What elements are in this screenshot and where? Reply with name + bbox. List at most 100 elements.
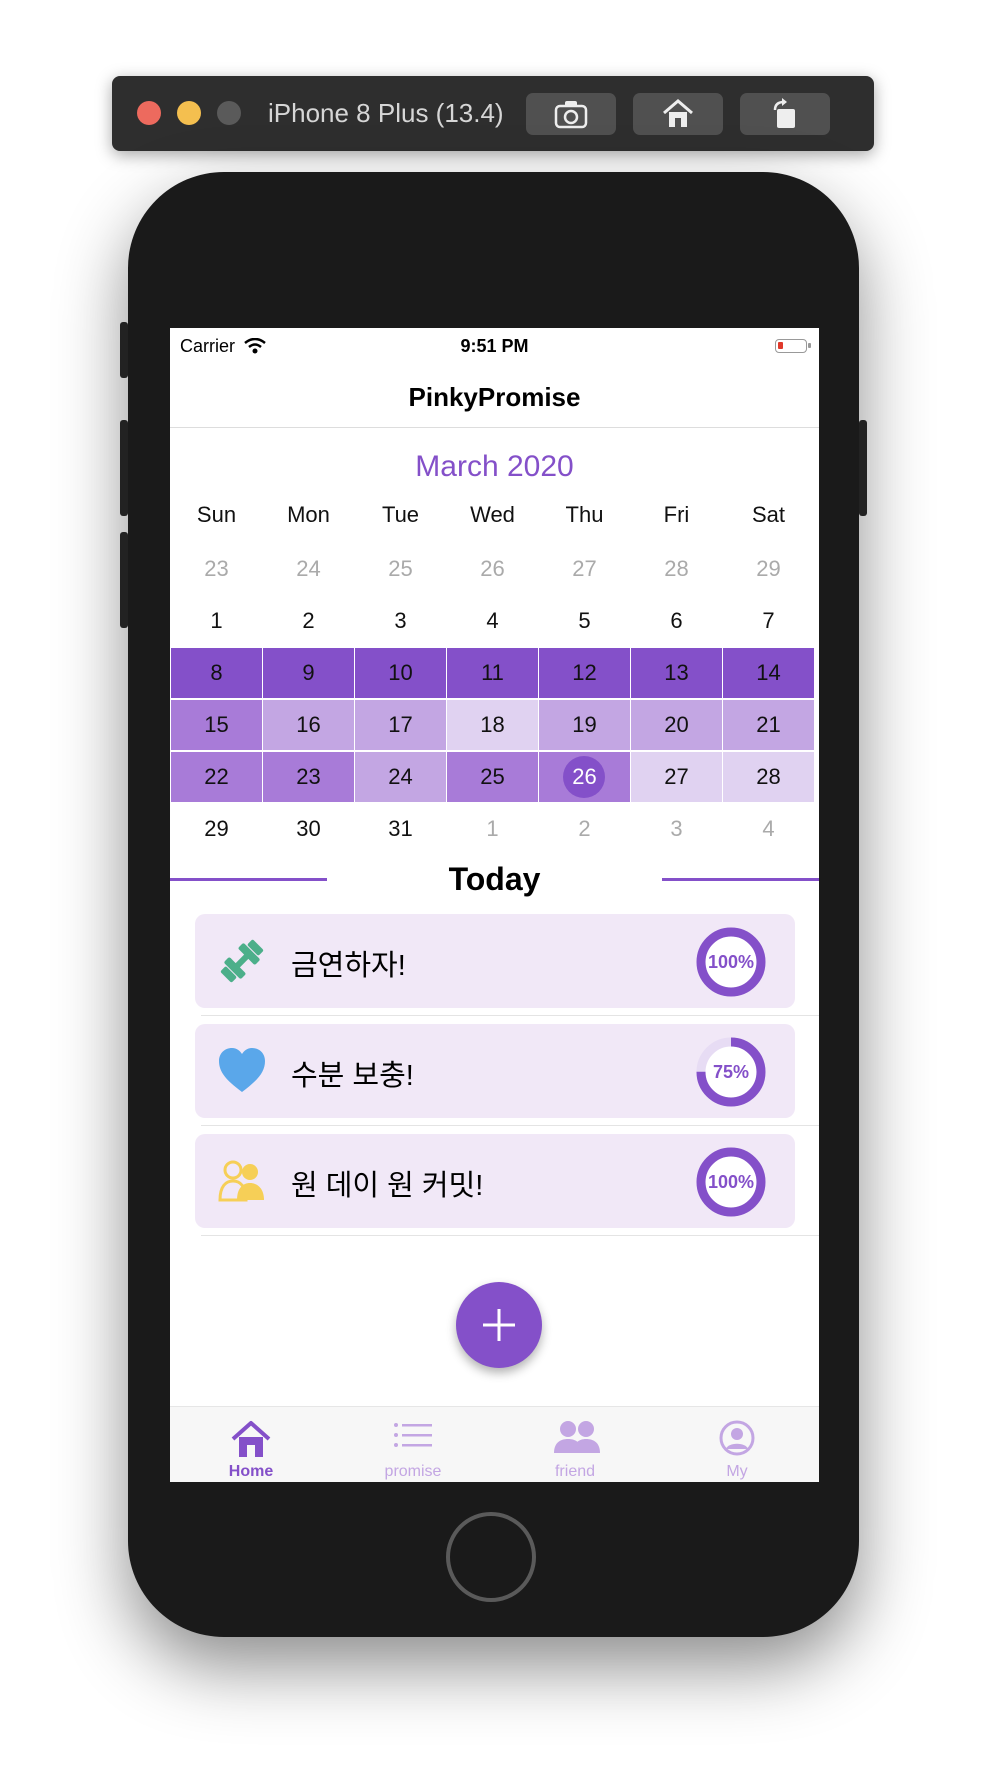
nav-title: PinkyPromise [408,382,581,412]
calendar-day[interactable]: 24 [355,752,446,802]
tab-bar: Home promise friend My [170,1406,819,1482]
home-sim-button[interactable] [633,93,723,135]
month-label[interactable]: March 2020 [170,450,819,484]
calendar-day-number: 5 [578,608,591,633]
calendar-day[interactable]: 28 [723,752,814,802]
calendar-day-number: 31 [388,816,413,841]
tab-my[interactable]: My [656,1407,818,1482]
home-button[interactable] [446,1512,536,1602]
zoom-window-button[interactable] [217,101,241,125]
calendar-day[interactable]: 30 [263,804,354,854]
weekday-label: Mon [287,502,330,527]
calendar-day[interactable]: 13 [631,648,722,698]
calendar-day[interactable]: 25 [355,544,446,594]
calendar-day[interactable]: 24 [263,544,354,594]
promise-card[interactable]: 원 데이 원 커밋! 100% [195,1134,819,1236]
home-icon [231,1421,271,1457]
calendar-day[interactable]: 10 [355,648,446,698]
calendar-day[interactable]: 28 [631,544,722,594]
calendar-day[interactable]: 14 [723,648,814,698]
promise-card[interactable]: 금연하자! 100% [195,914,819,1016]
calendar-grid: Sun Mon Tue Wed Thu Fri Sat 23 24 25 26 27 28 29 1 2 3 4… [171,492,819,856]
calendar-day[interactable]: 3 [631,804,722,854]
calendar-day-number: 9 [302,660,315,685]
calendar-day-number: 27 [664,764,689,789]
tab-promise-label: promise [384,1463,442,1480]
status-time: 9:51 PM [460,336,529,356]
calendar-day[interactable]: 16 [263,700,354,750]
calendar-week: 1 2 3 4 5 6 7 [171,596,819,648]
calendar-day[interactable]: 26 [447,544,538,594]
calendar-day[interactable]: 22 [171,752,262,802]
calendar-week: 29 30 31 1 2 3 4 [171,804,819,856]
calendar-day[interactable]: 20 [631,700,722,750]
calendar-day[interactable]: 9 [263,648,354,698]
calendar-day[interactable]: 6 [631,596,722,646]
calendar-day[interactable]: 7 [723,596,814,646]
screenshot-button[interactable] [526,93,616,135]
calendar-day-number: 19 [572,712,597,737]
battery-icon [775,339,811,353]
calendar-day-number: 17 [388,712,413,737]
calendar-day[interactable]: 29 [171,804,262,854]
weekday-header: Sun Mon Tue Wed Thu Fri Sat [171,492,819,544]
promise-card[interactable]: 수분 보충! 75% [195,1024,819,1126]
close-window-button[interactable] [137,101,161,125]
minimize-window-button[interactable] [177,101,201,125]
calendar-day[interactable]: 1 [447,804,538,854]
weekday-label: Sun [196,502,237,527]
tab-home[interactable]: Home [170,1407,332,1482]
calendar-day[interactable]: 8 [171,648,262,698]
calendar-day-number: 8 [210,660,223,685]
weekday-label: Tue [381,502,420,527]
calendar-day-number: 6 [670,608,683,633]
promise-title: 수분 보충! [291,1060,414,1092]
calendar-day-number: 13 [664,660,689,685]
calendar-day[interactable]: 4 [723,804,814,854]
rotate-icon [773,98,795,128]
tab-promise[interactable]: promise [332,1407,494,1482]
heart-icon [219,1048,265,1092]
promise-title: 금연하자! [291,950,406,982]
calendar-day[interactable]: 11 [447,648,538,698]
calendar-day[interactable]: 18 [447,700,538,750]
calendar-day[interactable]: 27 [539,544,630,594]
calendar-day[interactable]: 1 [171,596,262,646]
calendar-day[interactable]: 2 [539,804,630,854]
calendar-day[interactable]: 21 [723,700,814,750]
calendar-day[interactable]: 3 [355,596,446,646]
volume-up-button [120,420,128,516]
calendar-day-number: 10 [388,660,413,685]
calendar-day-number: 7 [762,608,775,633]
calendar-day[interactable]: 15 [171,700,262,750]
calendar-day[interactable]: 31 [355,804,446,854]
calendar-day[interactable]: 17 [355,700,446,750]
calendar-day[interactable]: 23 [263,752,354,802]
calendar-day[interactable]: 27 [631,752,722,802]
profile-icon [719,1420,755,1456]
calendar-day-number: 24 [388,764,413,789]
calendar-day-number: 18 [480,712,505,737]
calendar-day-number: 22 [204,764,229,789]
home-icon [663,99,693,127]
calendar-day[interactable]: 12 [539,648,630,698]
rotate-button[interactable] [740,93,830,135]
card-separator [201,1015,819,1016]
calendar-day[interactable]: 23 [171,544,262,594]
calendar-day-number: 27 [572,556,597,581]
screenshot-icon [554,101,588,129]
calendar-day[interactable]: 25 [447,752,538,802]
calendar-day[interactable]: 19 [539,700,630,750]
calendar-day-today[interactable]: 26 [539,752,630,802]
calendar-day[interactable]: 29 [723,544,814,594]
add-promise-button[interactable] [456,1282,542,1368]
promise-title: 원 데이 원 커밋! [291,1170,484,1202]
tab-friend[interactable]: friend [494,1407,656,1482]
volume-down-button [120,532,128,628]
calendar-day-number: 26 [480,556,505,581]
calendar-day[interactable]: 2 [263,596,354,646]
calendar-day-number: 21 [756,712,781,737]
calendar-day[interactable]: 4 [447,596,538,646]
calendar-day[interactable]: 5 [539,596,630,646]
weekday-label: Fri [663,502,690,527]
